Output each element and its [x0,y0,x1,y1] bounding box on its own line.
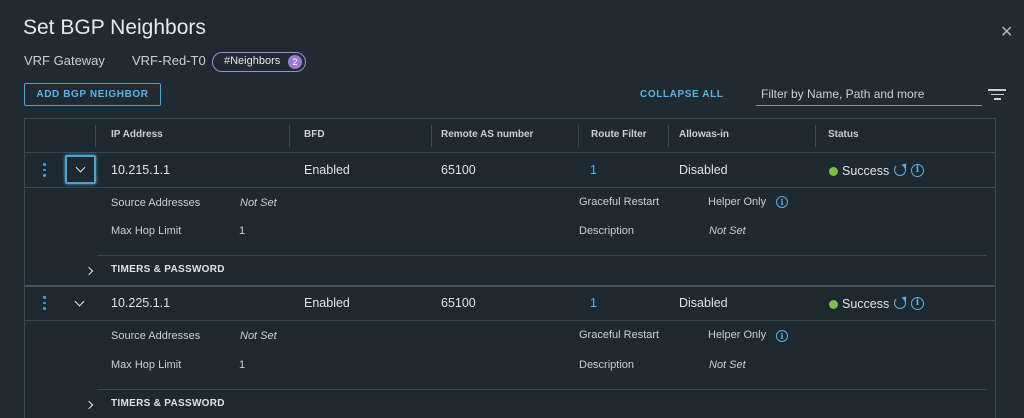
graceful-restart-label: Graceful Restart [579,196,660,208]
info-icon[interactable]: i [776,196,788,208]
timers-password-toggle[interactable]: TIMERS & PASSWORD [111,398,225,409]
graceful-restart-value: Helper Only [708,329,767,341]
row-actions-icon[interactable] [43,163,47,180]
col-ip-address[interactable]: IP Address [111,129,163,140]
filter-icon[interactable] [988,89,1006,103]
grid-header: IP Address BFD Remote AS number Route Fi… [25,119,995,153]
neighbors-grid: IP Address BFD Remote AS number Route Fi… [24,118,996,418]
chevron-down-icon[interactable] [74,296,85,307]
source-addresses-value: Not Set [240,197,277,209]
max-hop-value: 1 [239,225,246,237]
graceful-restart-label: Graceful Restart [579,329,660,341]
row-remote-as: 65100 [441,296,476,310]
row-allowas-in: Disabled [679,163,728,177]
col-bfd[interactable]: BFD [304,129,325,140]
status-success-icon [829,300,838,309]
col-status[interactable]: Status [828,129,859,140]
info-icon[interactable]: i [911,297,924,310]
description-value: Not Set [709,225,746,237]
status-success-icon [829,167,838,176]
gateway-value: VRF-Red-T0 [132,53,206,68]
row-status: Success [842,297,890,311]
collapse-all-button[interactable]: COLLAPSE ALL [640,89,724,100]
col-route-filter[interactable]: Route Filter [591,129,647,140]
refresh-icon[interactable] [894,164,906,176]
source-addresses-value: Not Set [240,330,277,342]
row-remote-as: 65100 [441,163,476,177]
source-addresses-label: Source Addresses [111,330,201,342]
neighbors-count-badge: 2 [288,55,302,69]
col-allowas-in[interactable]: Allowas-in [679,129,729,140]
neighbors-pill[interactable]: #Neighbors 2 [212,52,306,72]
row-bfd: Enabled [304,163,350,177]
row-route-filter-link[interactable]: 1 [590,163,597,177]
filter-input[interactable]: Filter by Name, Path and more [756,83,982,106]
chevron-right-icon[interactable] [84,400,94,410]
description-label: Description [579,225,635,237]
description-value: Not Set [709,359,746,371]
chevron-right-icon[interactable] [84,266,94,276]
close-icon[interactable]: ✕ [1000,22,1013,42]
graceful-restart-value: Helper Only [708,196,767,208]
neighbors-pill-label: #Neighbors [224,55,281,67]
info-icon[interactable]: i [776,330,788,342]
col-remote-as[interactable]: Remote AS number [441,129,533,140]
source-addresses-label: Source Addresses [111,197,201,209]
row-route-filter-link[interactable]: 1 [590,296,597,310]
info-icon[interactable]: i [911,164,924,177]
row-allowas-in: Disabled [679,296,728,310]
gateway-label: VRF Gateway [24,53,105,68]
row-expand-toggle[interactable] [65,155,96,184]
description-label: Description [579,359,635,371]
row-ip: 10.225.1.1 [111,296,171,310]
add-bgp-neighbor-button[interactable]: ADD BGP NEIGHBOR [24,83,161,106]
max-hop-label: Max Hop Limit [111,225,182,237]
timers-password-toggle[interactable]: TIMERS & PASSWORD [111,264,225,275]
max-hop-value: 1 [239,359,246,371]
row-actions-icon[interactable] [43,296,47,313]
max-hop-label: Max Hop Limit [111,359,182,371]
row-status: Success [842,164,890,178]
chevron-down-icon [75,162,86,173]
row-ip: 10.215.1.1 [111,163,171,177]
refresh-icon[interactable] [894,297,906,309]
row-bfd: Enabled [304,296,350,310]
dialog-title: Set BGP Neighbors [23,16,206,39]
